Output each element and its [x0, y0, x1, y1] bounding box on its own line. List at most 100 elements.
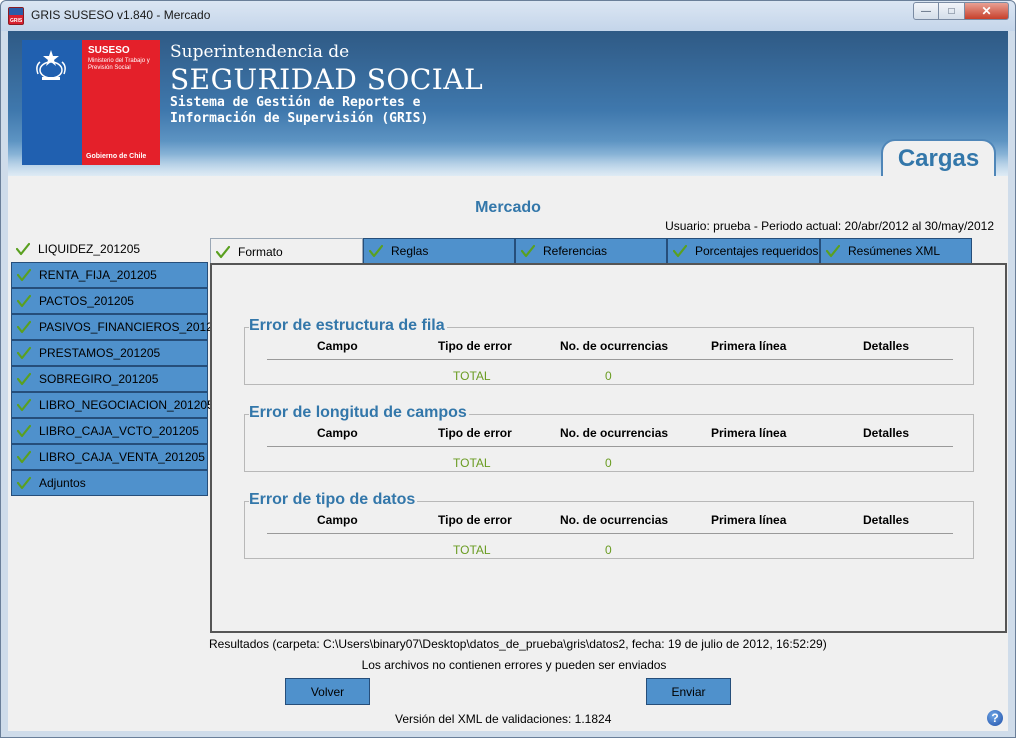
sidebar-item-label: PACTOS_201205	[39, 294, 134, 308]
maximize-icon: □	[948, 5, 955, 17]
sidebar-item[interactable]: Adjuntos	[11, 470, 208, 496]
check-icon	[17, 294, 31, 308]
tab-label: Reglas	[391, 244, 429, 258]
app-icon-text: GRIS	[10, 18, 23, 24]
check-icon	[17, 424, 31, 438]
check-icon	[17, 398, 31, 412]
banner-system-line1: Sistema de Gestión de Reportes e	[170, 95, 421, 110]
sidebar-item[interactable]: SOBREGIRO_201205	[11, 366, 208, 392]
column-header: Campo	[317, 426, 358, 440]
error-group-title: Error de estructura de fila	[249, 317, 447, 335]
close-icon: ✕	[981, 4, 992, 18]
sidebar-item-label: LIBRO_CAJA_VENTA_201205	[39, 450, 205, 464]
back-button[interactable]: Volver	[285, 678, 370, 705]
tab[interactable]: Porcentajes requeridos	[667, 238, 820, 264]
minimize-icon: —	[921, 5, 931, 17]
tab-label: Referencias	[543, 244, 608, 258]
logo-blue-panel	[22, 40, 82, 165]
sidebar-item-label: Adjuntos	[39, 476, 86, 490]
app-icon[interactable]: GRIS	[8, 7, 24, 25]
column-header: No. de ocurrencias	[560, 339, 669, 353]
sidebar-item[interactable]: RENTA_FIJA_201205	[11, 262, 208, 288]
check-icon	[16, 242, 30, 256]
tab[interactable]: Referencias	[515, 238, 667, 264]
header-divider	[267, 446, 953, 447]
check-icon	[521, 244, 535, 258]
column-header: No. de ocurrencias	[560, 426, 669, 440]
file-sidebar: LIQUIDEZ_201205 RENTA_FIJA_201205 PACTOS_2…	[11, 236, 226, 496]
check-icon	[17, 346, 31, 360]
window-controls: — □ ✕	[913, 2, 1009, 20]
check-icon	[17, 450, 31, 464]
logo-title: SUSESO	[88, 45, 130, 56]
total-value: 0	[605, 369, 612, 383]
error-group-title: Error de longitud de campos	[249, 404, 469, 422]
suseso-logo: SUSESO Ministerio del Trabajo y Previsió…	[22, 40, 160, 165]
client-area: SUSESO Ministerio del Trabajo y Previsió…	[8, 31, 1008, 731]
check-icon	[17, 476, 31, 490]
sidebar-item[interactable]: PACTOS_201205	[11, 288, 208, 314]
column-header: Detalles	[863, 339, 910, 353]
tab-bar: Formato Reglas Referencias Porcentajes requ…	[210, 238, 1002, 264]
xml-version: Versión del XML de validaciones: 1.1824	[395, 712, 612, 726]
check-icon	[17, 372, 31, 386]
sidebar-item[interactable]: LIQUIDEZ_201205	[11, 236, 208, 262]
sidebar-item[interactable]: LIBRO_CAJA_VENTA_201205	[11, 444, 208, 470]
sidebar-item-label: RENTA_FIJA_201205	[39, 268, 157, 282]
column-header: Detalles	[863, 426, 910, 440]
tab[interactable]: Formato	[210, 238, 363, 264]
crest-icon	[36, 50, 66, 80]
close-button[interactable]: ✕	[965, 2, 1009, 20]
section-tab-cargas[interactable]: Cargas	[881, 139, 996, 176]
section-tab-label: Cargas	[897, 145, 980, 172]
column-header: No. de ocurrencias	[560, 513, 669, 527]
total-label: TOTAL	[453, 456, 491, 470]
error-group: Error de estructura de fila Campo Tipo de …	[244, 317, 974, 385]
column-header: Primera línea	[711, 426, 787, 440]
sidebar-item[interactable]: LIBRO_NEGOCIACION_201205	[11, 392, 214, 418]
error-group: Error de longitud de campos Campo Tipo de …	[244, 404, 974, 472]
banner-main-title: SEGURIDAD SOCIAL	[170, 63, 484, 96]
banner-system-line2: Información de Supervisión (GRIS)	[170, 111, 429, 126]
sidebar-item-label: SOBREGIRO_201205	[39, 372, 159, 386]
tab[interactable]: Resúmenes XML	[820, 238, 972, 264]
check-icon	[826, 244, 840, 258]
check-icon	[673, 244, 687, 258]
tab[interactable]: Reglas	[363, 238, 515, 264]
maximize-button[interactable]: □	[939, 2, 965, 20]
logo-subtitle: Ministerio del Trabajo y Previsión Socia…	[88, 58, 150, 71]
column-header: Primera línea	[711, 513, 787, 527]
status-message: Los archivos no contienen errores y pued…	[361, 658, 667, 672]
sidebar-item-label: LIBRO_CAJA_VCTO_201205	[39, 424, 199, 438]
header-divider	[267, 359, 953, 360]
error-group-title: Error de tipo de datos	[249, 491, 418, 509]
page-title: Mercado	[475, 199, 541, 216]
minimize-button[interactable]: —	[913, 2, 939, 20]
column-header: Tipo de error	[438, 426, 512, 440]
tab-label: Porcentajes requeridos	[695, 244, 819, 258]
window-title: GRIS SUSESO v1.840 - Mercado	[31, 8, 211, 22]
total-value: 0	[605, 543, 612, 557]
send-button[interactable]: Enviar	[646, 678, 731, 705]
tab-label: Formato	[238, 244, 283, 259]
sidebar-item-label: LIBRO_NEGOCIACION_201205	[39, 398, 214, 412]
total-label: TOTAL	[453, 543, 491, 557]
banner-superintendencia: Superintendencia de	[170, 42, 350, 62]
user-info: Usuario: prueba - Periodo actual: 20/abr…	[665, 219, 994, 233]
title-bar[interactable]: GRIS GRIS SUSESO v1.840 - Mercado — □ ✕	[1, 1, 1015, 31]
header-banner: SUSESO Ministerio del Trabajo y Previsió…	[8, 31, 1008, 176]
column-header: Tipo de error	[438, 513, 512, 527]
header-divider	[267, 533, 953, 534]
column-header: Campo	[317, 339, 358, 353]
check-icon	[17, 320, 31, 334]
sidebar-item-label: PRESTAMOS_201205	[39, 346, 161, 360]
total-label: TOTAL	[453, 369, 491, 383]
tab-label: Resúmenes XML	[848, 244, 941, 258]
sidebar-item[interactable]: PRESTAMOS_201205	[11, 340, 208, 366]
total-value: 0	[605, 456, 612, 470]
logo-red-panel: SUSESO Ministerio del Trabajo y Previsió…	[82, 40, 160, 165]
sidebar-item[interactable]: LIBRO_CAJA_VCTO_201205	[11, 418, 208, 444]
help-icon[interactable]: ?	[987, 710, 1003, 726]
check-icon	[216, 245, 230, 258]
sidebar-item[interactable]: PASIVOS_FINANCIEROS_201205	[11, 314, 226, 340]
